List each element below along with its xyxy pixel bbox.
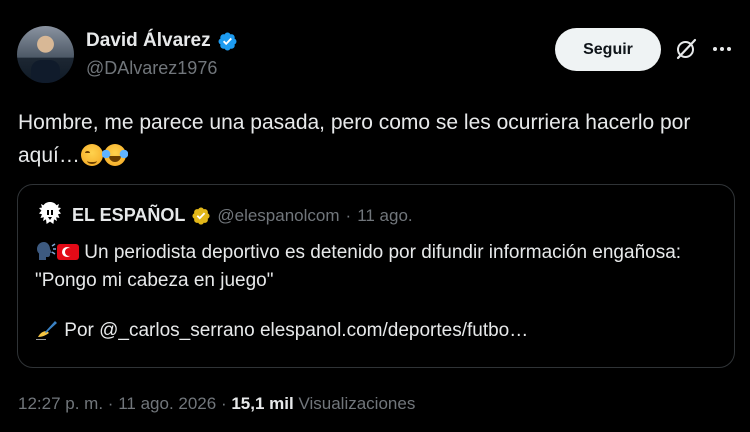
author-display-name[interactable]: David Álvarez — [86, 30, 211, 52]
smirking-face-emoji-icon — [80, 144, 103, 166]
quoted-header: EL ESPAÑOL @elespanolcom · 11 ago. — [72, 205, 413, 226]
meta-separator: · — [107, 394, 114, 413]
writing-hand-icon — [36, 321, 57, 340]
quoted-tweet[interactable]: EL ESPAÑOL @elespanolcom · 11 ago. Un pe… — [17, 184, 735, 368]
quoted-separator: · — [345, 205, 352, 225]
el-espanol-lion-logo-icon — [37, 201, 63, 227]
tweet-time[interactable]: 12:27 p. m. — [18, 394, 103, 413]
follow-button[interactable]: Seguir — [555, 28, 661, 71]
quoted-link[interactable]: elespanol.com/deportes/futbo… — [260, 320, 528, 341]
author-name-row[interactable]: David Álvarez — [86, 30, 238, 52]
tweet-date[interactable]: 11 ago. 2026 — [118, 394, 216, 413]
meta-separator-2: · — [220, 394, 227, 413]
quoted-account-name[interactable]: EL ESPAÑOL — [72, 205, 185, 226]
speaking-head-icon — [37, 242, 56, 260]
verified-badge-icon — [218, 32, 237, 50]
tweet-text: Hombre, me parece una pasada, pero como … — [18, 106, 718, 172]
quoted-by-mention[interactable]: @_carlos_serrano — [99, 320, 255, 341]
turkey-flag-icon — [57, 244, 79, 260]
views-count: 15,1 mil — [231, 394, 294, 413]
author-handle[interactable]: @DAlvarez1976 — [86, 58, 217, 79]
quoted-by-prefix: Por — [64, 320, 94, 341]
grok-icon[interactable] — [674, 37, 698, 61]
quoted-headline: Un periodista deportivo es detenido por … — [35, 242, 682, 291]
author-avatar[interactable] — [17, 26, 74, 83]
quoted-date[interactable]: 11 ago. — [357, 206, 412, 226]
tweet-meta: 12:27 p. m. · 11 ago. 2026 · 15,1 mil Vi… — [18, 394, 415, 414]
tears-of-joy-emoji-icon — [101, 144, 128, 166]
quoted-account-handle[interactable]: @elespanolcom — [217, 206, 339, 226]
quoted-body: Un periodista deportivo es detenido por … — [35, 239, 715, 345]
views-label: Visualizaciones — [298, 394, 416, 413]
verified-gold-badge-icon — [192, 206, 210, 225]
more-dots-icon[interactable] — [709, 38, 735, 60]
